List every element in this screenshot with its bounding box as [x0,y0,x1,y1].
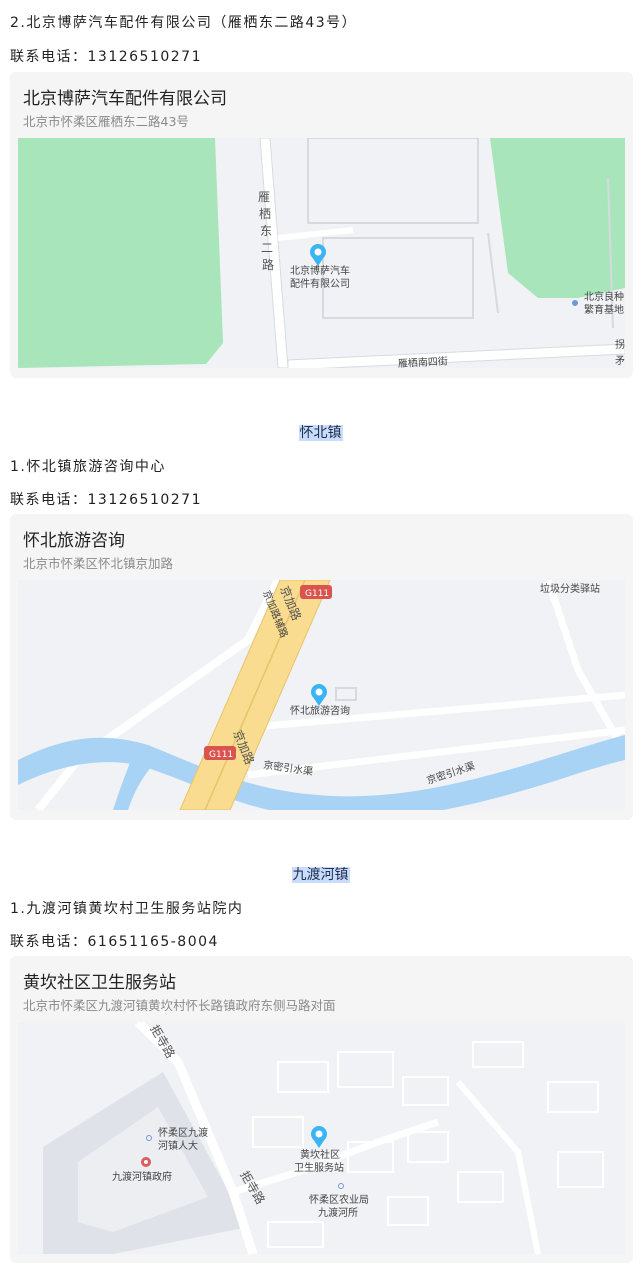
poi-dot-icon [572,300,578,306]
poi-label: 卫生服务站 [294,1161,344,1174]
map-view[interactable]: G111 G111 京加路 京加路辅路 京加路 京密引水渠 京密引水渠 怀北旅游… [18,580,625,810]
edge-label: 拐 [615,338,625,351]
card-address: 北京市怀柔区九渡河镇黄坎村怀长路镇政府东侧马路对面 [23,998,336,1013]
road-label: 二 [261,241,273,255]
poi-label: 九渡河镇政府 [112,1170,172,1183]
road-label: 路 [262,257,274,272]
road-label: 东 [260,224,272,238]
card-address: 北京市怀柔区怀北镇京加路 [23,556,174,571]
park-area [490,138,625,298]
map-view[interactable]: 拒寺路 拒寺路 九渡河镇政府 怀柔区九渡 河镇人大 黄坎社区 卫生服务站 怀柔区… [18,1022,625,1254]
poi-label: 怀北旅游咨询 [290,704,350,717]
poi-label: 北京博萨汽车 [290,264,350,277]
card-title: 黄坎社区卫生服务站 [23,973,176,993]
phone-line[interactable]: 联系电话：61651165-8004 [10,931,219,951]
item-title: 2.北京博萨汽车配件有限公司（雁栖东二路43号） [10,15,358,31]
item-title: 1.九渡河镇黄坎村卫生服务站院内 [10,901,244,917]
card-title: 北京博萨汽车配件有限公司 [23,89,227,109]
edge-label: 矛 [615,355,625,367]
phone-line[interactable]: 联系电话：13126510271 [10,489,202,509]
item-title: 1.怀北镇旅游咨询中心 [10,459,166,475]
card-address: 北京市怀柔区雁栖东二路43号 [23,114,189,129]
town-name: 怀北镇 [298,425,343,441]
town-heading: 怀北镇 [0,422,641,442]
location-card[interactable]: 怀北旅游咨询 北京市怀柔区怀北镇京加路 G111 G111 京加路 京加路辅路 … [10,514,633,820]
poi-label: 北京良种 [584,290,624,303]
highway-badge: G111 [204,746,236,760]
poi-label: 繁育基地 [584,303,624,316]
road-label: 栖 [259,206,271,221]
park-area [18,138,223,368]
svg-text:G111: G111 [305,589,329,599]
poi-label: 怀柔区农业局 [309,1193,369,1206]
town-name: 九渡河镇 [291,867,350,883]
road-label: 雁 [258,190,270,204]
location-card[interactable]: 黄坎社区卫生服务站 北京市怀柔区九渡河镇黄坎村怀长路镇政府东侧马路对面 拒寺路 … [10,956,633,1263]
phone-line[interactable]: 联系电话：13126510271 [10,46,202,66]
map-view[interactable]: 雁 栖 东 二 路 北京博萨汽车 配件有限公司 北京良种 繁育基地 雁栖南四街 … [18,138,625,368]
government-icon [141,1157,151,1167]
town-heading: 九渡河镇 [0,864,641,884]
poi-label: 黄坎社区 [300,1148,340,1161]
highway-badge: G111 [300,585,332,599]
poi-label: 怀柔区九渡 [158,1126,208,1139]
poi-label: 河镇人大 [158,1139,198,1152]
poi-label: 垃圾分类驿站 [540,582,600,595]
poi-label: 九渡河所 [318,1206,358,1219]
svg-text:G111: G111 [209,750,233,760]
location-card[interactable]: 北京博萨汽车配件有限公司 北京市怀柔区雁栖东二路43号 雁 栖 东 二 路 北京… [10,72,633,378]
poi-label: 配件有限公司 [290,277,350,290]
card-title: 怀北旅游咨询 [23,531,125,551]
